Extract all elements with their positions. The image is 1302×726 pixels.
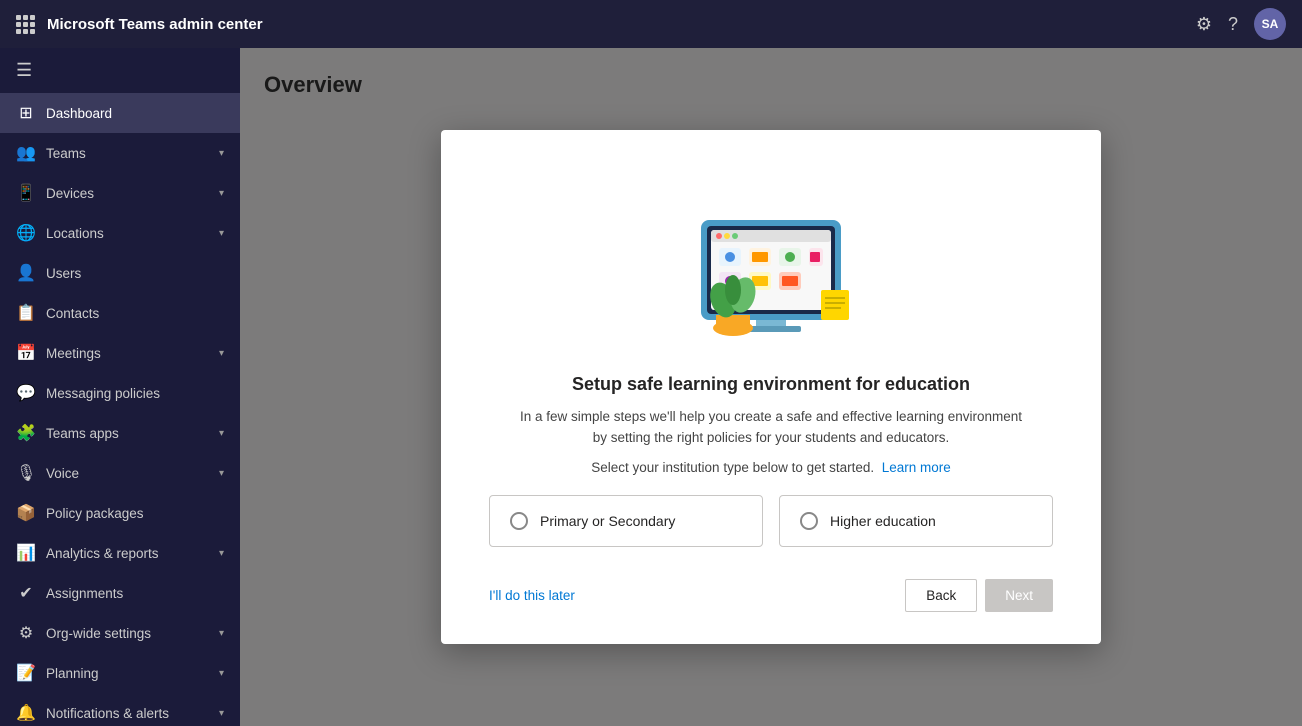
sidebar-item-label: Voice	[46, 466, 209, 481]
sidebar-item-voice[interactable]: 🎙 Voice ▾	[0, 453, 240, 493]
sidebar-item-label: Analytics & reports	[46, 546, 209, 561]
option-label: Primary or Secondary	[540, 513, 675, 529]
sidebar-item-notifications[interactable]: 🔔 Notifications & alerts ▾	[0, 693, 240, 726]
sidebar-item-org-settings[interactable]: ⚙ Org-wide settings ▾	[0, 613, 240, 653]
chevron-down-icon: ▾	[219, 548, 224, 559]
modal-title: Setup safe learning environment for educ…	[572, 374, 970, 395]
sidebar-item-label: Notifications & alerts	[46, 706, 209, 721]
sidebar-item-label: Contacts	[46, 306, 224, 321]
sidebar-item-devices[interactable]: 📱 Devices ▾	[0, 173, 240, 213]
app-title: Microsoft Teams admin center	[47, 16, 1184, 33]
modal-dialog: Setup safe learning environment for educ…	[441, 130, 1101, 644]
chevron-down-icon: ▾	[219, 468, 224, 479]
teams-icon: 👥	[16, 143, 36, 163]
learn-more-link[interactable]: Learn more	[882, 460, 951, 475]
sidebar-item-contacts[interactable]: 📋 Contacts	[0, 293, 240, 333]
modal-overlay: Setup safe learning environment for educ…	[240, 48, 1302, 726]
sidebar-item-policy-packages[interactable]: 📦 Policy packages	[0, 493, 240, 533]
sidebar-item-analytics[interactable]: 📊 Analytics & reports ▾	[0, 533, 240, 573]
avatar[interactable]: SA	[1254, 8, 1286, 40]
modal-footer-right: Back Next	[905, 579, 1053, 612]
topbar: Microsoft Teams admin center ⚙ ? SA	[0, 0, 1302, 48]
content-area: Overview	[240, 48, 1302, 726]
locations-icon: 🌐	[16, 223, 36, 243]
teams-apps-icon: 🧩	[16, 423, 36, 443]
sidebar-item-label: Org-wide settings	[46, 626, 209, 641]
sidebar-item-users[interactable]: 👤 Users	[0, 253, 240, 293]
sidebar-item-label: Locations	[46, 226, 209, 241]
policy-packages-icon: 📦	[16, 503, 36, 523]
sidebar-item-label: Messaging policies	[46, 386, 224, 401]
dashboard-icon: ⊞	[16, 103, 36, 123]
chevron-down-icon: ▾	[219, 708, 224, 719]
do-later-button[interactable]: I'll do this later	[489, 588, 575, 603]
radio-higher-education[interactable]	[800, 512, 818, 530]
option-label: Higher education	[830, 513, 936, 529]
meetings-icon: 📅	[16, 343, 36, 363]
messaging-icon: 💬	[16, 383, 36, 403]
main-layout: ☰ ⊞ Dashboard 👥 Teams ▾ 📱 Devices ▾ 🌐 Lo…	[0, 48, 1302, 726]
modal-illustration	[661, 170, 881, 350]
sidebar-item-dashboard[interactable]: ⊞ Dashboard	[0, 93, 240, 133]
analytics-icon: 📊	[16, 543, 36, 563]
assignments-icon: ✔	[16, 583, 36, 603]
chevron-down-icon: ▾	[219, 428, 224, 439]
sidebar-item-assignments[interactable]: ✔ Assignments	[0, 573, 240, 613]
sidebar-item-label: Meetings	[46, 346, 209, 361]
modal-footer: I'll do this later Back Next	[489, 579, 1053, 612]
sidebar-item-label: Users	[46, 266, 224, 281]
option-primary-secondary[interactable]: Primary or Secondary	[489, 495, 763, 547]
sidebar-item-messaging[interactable]: 💬 Messaging policies	[0, 373, 240, 413]
chevron-down-icon: ▾	[219, 228, 224, 239]
contacts-icon: 📋	[16, 303, 36, 323]
next-button[interactable]: Next	[985, 579, 1053, 612]
sidebar-item-meetings[interactable]: 📅 Meetings ▾	[0, 333, 240, 373]
settings-icon[interactable]: ⚙	[1196, 14, 1212, 35]
sidebar-item-label: Planning	[46, 666, 209, 681]
users-icon: 👤	[16, 263, 36, 283]
radio-primary-secondary[interactable]	[510, 512, 528, 530]
chevron-down-icon: ▾	[219, 668, 224, 679]
option-higher-education[interactable]: Higher education	[779, 495, 1053, 547]
chevron-down-icon: ▾	[219, 148, 224, 159]
org-settings-icon: ⚙	[16, 623, 36, 643]
sidebar-item-label: Policy packages	[46, 506, 224, 521]
notifications-icon: 🔔	[16, 703, 36, 723]
sidebar-item-label: Assignments	[46, 586, 224, 601]
voice-icon: 🎙	[16, 463, 36, 483]
sidebar-item-teams[interactable]: 👥 Teams ▾	[0, 133, 240, 173]
modal-options: Primary or Secondary Higher education	[489, 495, 1053, 547]
sidebar-item-teams-apps[interactable]: 🧩 Teams apps ▾	[0, 413, 240, 453]
chevron-down-icon: ▾	[219, 628, 224, 639]
sidebar: ☰ ⊞ Dashboard 👥 Teams ▾ 📱 Devices ▾ 🌐 Lo…	[0, 48, 240, 726]
help-icon[interactable]: ?	[1228, 14, 1238, 35]
app-grid-icon[interactable]	[16, 15, 35, 34]
sidebar-item-planning[interactable]: 📝 Planning ▾	[0, 653, 240, 693]
sidebar-item-label: Devices	[46, 186, 209, 201]
sidebar-item-label: Teams	[46, 146, 209, 161]
chevron-down-icon: ▾	[219, 348, 224, 359]
planning-icon: 📝	[16, 663, 36, 683]
sidebar-item-label: Teams apps	[46, 426, 209, 441]
hamburger-button[interactable]: ☰	[0, 48, 240, 93]
modal-description: In a few simple steps we'll help you cre…	[511, 407, 1031, 448]
topbar-icons: ⚙ ? SA	[1196, 8, 1286, 40]
sidebar-item-label: Dashboard	[46, 106, 224, 121]
devices-icon: 📱	[16, 183, 36, 203]
sidebar-item-locations[interactable]: 🌐 Locations ▾	[0, 213, 240, 253]
modal-select-text: Select your institution type below to ge…	[591, 460, 950, 475]
chevron-down-icon: ▾	[219, 188, 224, 199]
back-button[interactable]: Back	[905, 579, 977, 612]
